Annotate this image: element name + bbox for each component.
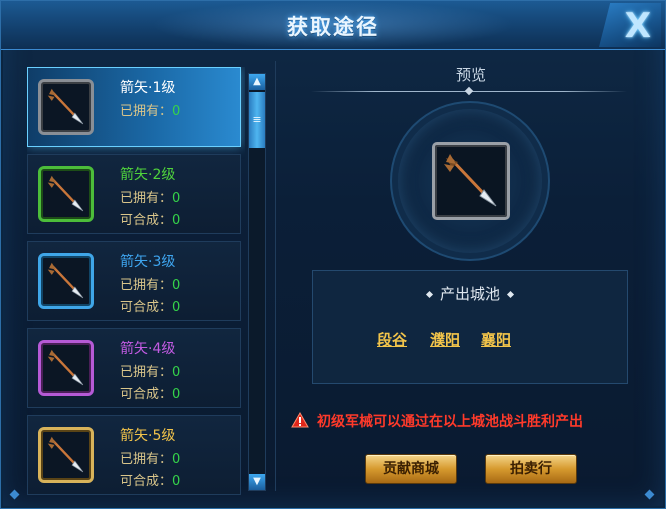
item-list: 箭矢·1级 已拥有：0 箭矢·2级 已拥有：0 可合成：0 箭矢·3级 已拥有：… — [27, 67, 245, 495]
contribution-shop-button[interactable]: 贡献商城 — [365, 454, 457, 484]
arrow-item-icon — [47, 349, 84, 386]
scroll-thumb[interactable]: ≡ — [249, 92, 265, 148]
scroll-up-button[interactable]: ▲ — [249, 74, 265, 90]
arrow-item-icon — [444, 154, 497, 207]
diamond-icon — [425, 290, 434, 299]
list-item[interactable]: 箭矢·3级 已拥有：0 可合成：0 — [27, 241, 241, 321]
list-item[interactable]: 箭矢·5级 已拥有：0 可合成：0 — [27, 415, 241, 495]
warning-icon — [291, 412, 309, 428]
owned-count: 已拥有：0 — [120, 104, 181, 119]
origin-panel: 产出城池 段谷 濮阳 襄阳 — [312, 270, 628, 384]
item-frame — [38, 253, 94, 309]
list-scrollbar[interactable]: ▲ ≡ ▼ — [248, 73, 266, 491]
origin-title-text: 产出城池 — [439, 285, 500, 303]
divider-diamond — [464, 86, 474, 96]
arrow-item-icon — [47, 175, 84, 212]
close-icon: X — [624, 6, 651, 46]
close-button[interactable]: X — [599, 3, 661, 47]
panel-divider — [275, 61, 276, 491]
item-frame — [38, 427, 94, 483]
item-name: 箭矢·4级 — [120, 341, 176, 357]
owned-count: 已拥有：0 — [120, 278, 181, 293]
auction-house-button[interactable]: 拍卖行 — [485, 454, 577, 484]
item-name: 箭矢·1级 — [120, 80, 176, 96]
item-name: 箭矢·5级 — [120, 428, 176, 444]
arrow-item-icon — [47, 262, 84, 299]
diamond-icon — [506, 290, 515, 299]
origin-title: 产出城池 — [313, 283, 627, 304]
arrow-item-icon — [47, 436, 84, 473]
list-item[interactable]: 箭矢·1级 已拥有：0 — [27, 67, 241, 147]
owned-count: 已拥有：0 — [120, 365, 181, 380]
owned-count: 已拥有：0 — [120, 191, 181, 206]
corner-ornament — [9, 489, 20, 500]
acquire-window: 获取途径 X 箭矢·1级 已拥有：0 箭矢·2级 已拥有：0 可合成：0 箭矢·… — [0, 0, 666, 509]
city-link-puyang[interactable]: 濮阳 — [430, 329, 460, 350]
item-frame — [38, 166, 94, 222]
item-frame — [38, 340, 94, 396]
preview-label: 预览 — [455, 66, 486, 84]
list-item[interactable]: 箭矢·4级 已拥有：0 可合成：0 — [27, 328, 241, 408]
corner-ornament — [644, 489, 655, 500]
combinable-count: 可合成：0 — [120, 300, 181, 315]
item-name: 箭矢·2级 — [120, 167, 176, 183]
item-name: 箭矢·3级 — [120, 254, 176, 270]
combinable-count: 可合成：0 — [120, 387, 181, 402]
arrow-item-icon — [47, 88, 84, 125]
item-frame — [38, 79, 94, 135]
combinable-count: 可合成：0 — [120, 474, 181, 489]
preview-item-frame — [432, 142, 510, 220]
title-bar: 获取途径 X — [1, 1, 665, 50]
city-link-duangu[interactable]: 段谷 — [377, 329, 407, 350]
window-title: 获取途径 — [287, 15, 379, 39]
notice-text: 初级军械可以通过在以上城池战斗胜利产出 — [317, 414, 583, 430]
city-link-xiangyang[interactable]: 襄阳 — [481, 329, 511, 350]
list-item[interactable]: 箭矢·2级 已拥有：0 可合成：0 — [27, 154, 241, 234]
owned-count: 已拥有：0 — [120, 452, 181, 467]
scroll-down-button[interactable]: ▼ — [249, 474, 265, 490]
combinable-count: 可合成：0 — [120, 213, 181, 228]
